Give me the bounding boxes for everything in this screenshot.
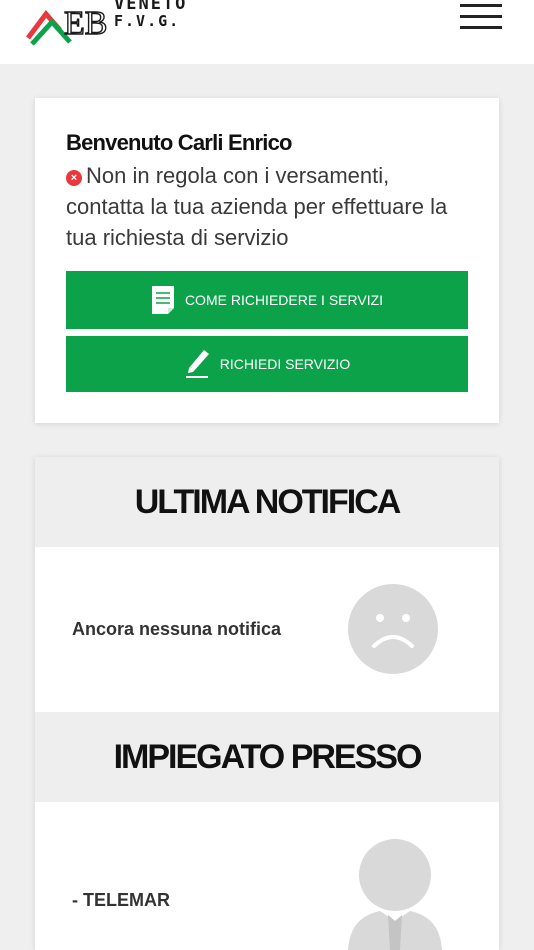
document-icon xyxy=(151,285,175,315)
ebveneto-logo[interactable]: EB VENETO F.V.G. xyxy=(26,0,226,50)
employer-header: IMPIEGATO PRESSO xyxy=(35,712,499,802)
request-service-label: RICHIEDI SERVIZIO xyxy=(219,356,351,372)
notification-header: ULTIMA NOTIFICA xyxy=(35,457,499,547)
request-service-button[interactable]: RICHIEDI SERVIZIO xyxy=(66,336,468,392)
employer-name: - TELEMAR xyxy=(72,890,170,910)
employer-body: - TELEMAR xyxy=(35,802,499,950)
how-to-request-label: COME RICHIEDERE I SERVIZI xyxy=(184,292,384,308)
how-to-request-button[interactable]: COME RICHIEDERE I SERVIZI xyxy=(66,271,468,329)
logo-text-fvg: F.V.G. xyxy=(114,12,181,30)
logo-mark-icon: EB xyxy=(26,4,108,46)
notification-body: Ancora nessuna notifica xyxy=(35,547,499,712)
no-notification-text: Ancora nessuna notifica xyxy=(72,619,282,639)
notification-title: ULTIMA NOTIFICA xyxy=(134,482,402,521)
welcome-title: Benvenuto Carli Enrico xyxy=(66,130,292,155)
app-header: EB VENETO F.V.G. xyxy=(0,0,534,64)
error-icon: × xyxy=(66,170,82,186)
pen-icon xyxy=(184,349,210,379)
sad-face-icon xyxy=(348,584,438,674)
info-sections: ULTIMA NOTIFICA Ancora nessuna notifica … xyxy=(35,457,499,950)
payment-warning: × Non in regola con i versamenti, contatt… xyxy=(66,160,468,253)
welcome-card: Benvenuto Carli Enrico × Non in regola co… xyxy=(35,98,499,423)
employer-title: IMPIEGATO PRESSO xyxy=(113,737,423,776)
svg-text:EB: EB xyxy=(64,5,107,42)
person-icon xyxy=(340,837,450,950)
payment-warning-text: Non in regola con i versamenti, contatta… xyxy=(66,163,448,250)
hamburger-menu-icon[interactable] xyxy=(456,0,506,34)
